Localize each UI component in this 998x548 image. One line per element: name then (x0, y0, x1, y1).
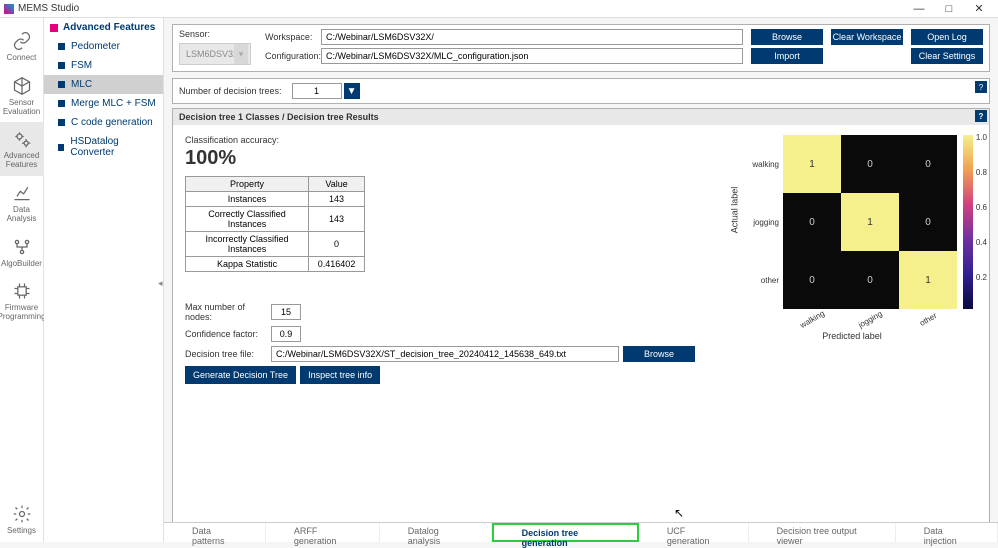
gear-icon (11, 503, 33, 525)
table-row: Instances143 (186, 192, 365, 207)
matrix-cell: 0 (783, 193, 841, 251)
square-bullet-icon (58, 43, 65, 50)
square-bullet-icon (58, 100, 65, 107)
bottom-tabs: Data patterns ARFF generation Datalog an… (164, 522, 998, 542)
tree-count-label: Number of decision trees: (179, 86, 282, 96)
app-title: MEMS Studio (18, 3, 904, 14)
sidebar-item-mlc[interactable]: MLC (44, 75, 163, 94)
gears-icon (11, 128, 33, 150)
sensor-label: Sensor: (179, 29, 257, 39)
tab-decision-tree-generation[interactable]: Decision tree generation (492, 523, 639, 542)
sidebar-item-merge[interactable]: Merge MLC + FSM (44, 94, 163, 113)
help-button[interactable]: ? (975, 81, 987, 93)
tree-count-dropdown[interactable]: ▼ (344, 83, 360, 99)
workspace-label: Workspace: (265, 32, 321, 42)
tab-data-patterns[interactable]: Data patterns (164, 523, 266, 542)
y-category: other (747, 251, 783, 309)
tab-arff-generation[interactable]: ARFF generation (266, 523, 380, 542)
matrix-cell: 1 (841, 193, 899, 251)
square-bullet-icon (50, 24, 58, 32)
generate-tree-button[interactable]: Generate Decision Tree (185, 366, 296, 384)
chevron-down-icon: ▾ (234, 44, 248, 64)
accuracy-label: Classification accuracy: (185, 135, 525, 145)
sidebar-item-hsdatalog[interactable]: HSDatalog Converter (44, 132, 163, 162)
tab-datalog-analysis[interactable]: Datalog analysis (380, 523, 492, 542)
sidebar-item-ccode[interactable]: C code generation (44, 113, 163, 132)
colorbar (963, 135, 973, 309)
nodes-icon (11, 236, 33, 258)
cursor-icon: ↖ (674, 506, 684, 520)
chevron-down-icon: ▼ (347, 86, 357, 97)
chip-icon (11, 280, 33, 302)
table-row: Kappa Statistic0.416402 (186, 257, 365, 272)
y-category: walking (747, 135, 783, 193)
matrix-cell: 0 (899, 193, 957, 251)
square-bullet-icon (58, 81, 65, 88)
tab-data-injection[interactable]: Data injection (896, 523, 998, 542)
th-value: Value (309, 177, 365, 192)
rail-firmware[interactable]: Firmware Programming (0, 274, 44, 328)
help-button[interactable]: ? (975, 110, 987, 122)
matrix-cell: 0 (841, 135, 899, 193)
square-bullet-icon (58, 62, 65, 69)
rail-data-analysis[interactable]: Data Analysis (0, 176, 44, 230)
square-bullet-icon (58, 144, 64, 151)
confidence-label: Confidence factor: (185, 329, 271, 339)
sidebar-item-fsm[interactable]: FSM (44, 56, 163, 75)
clear-workspace-button[interactable]: Clear Workspace (831, 29, 903, 45)
chart-icon (11, 182, 33, 204)
sidebar: Advanced Features Pedometer FSM MLC Merg… (44, 18, 164, 542)
classification-table: PropertyValue Instances143 Correctly Cla… (185, 176, 365, 272)
cube-icon (11, 75, 33, 97)
window-maximize[interactable]: □ (934, 3, 964, 15)
window-close[interactable]: ✕ (964, 2, 994, 15)
open-log-button[interactable]: Open Log (911, 29, 983, 45)
browse-workspace-button[interactable]: Browse (751, 29, 823, 45)
window-minimize[interactable]: — (904, 3, 934, 15)
tree-file-label: Decision tree file: (185, 349, 271, 359)
rail-connect[interactable]: Connect (0, 24, 44, 69)
link-icon (11, 30, 33, 52)
clear-settings-button[interactable]: Clear Settings (911, 48, 983, 64)
rail-advanced-features[interactable]: Advanced Features (0, 122, 44, 176)
content-area: ◂ Sensor: LSM6DSV32X ▾ Workspace: Config… (164, 18, 998, 542)
titlebar: MEMS Studio — □ ✕ (0, 0, 998, 18)
max-nodes-label: Max number of nodes: (185, 302, 271, 322)
results-panel: Decision tree 1 Classes / Decision tree … (172, 108, 990, 542)
table-row: Correctly Classified Instances143 (186, 207, 365, 232)
matrix-cell: 1 (783, 135, 841, 193)
tab-output-viewer[interactable]: Decision tree output viewer (749, 523, 896, 542)
results-header: Decision tree 1 Classes / Decision tree … (173, 109, 989, 125)
sidebar-header: Advanced Features (44, 18, 163, 37)
workspace-input[interactable] (321, 29, 743, 45)
y-axis-label: Actual label (729, 187, 739, 234)
sidebar-item-pedometer[interactable]: Pedometer (44, 37, 163, 56)
max-nodes-input[interactable] (271, 304, 301, 320)
tree-count-panel: Number of decision trees: ▼ ? (172, 78, 990, 104)
tab-ucf-generation[interactable]: UCF generation (639, 523, 749, 542)
confidence-input[interactable] (271, 326, 301, 342)
left-rail: Connect Sensor Evaluation Advanced Featu… (0, 18, 44, 542)
collapse-handle-icon[interactable]: ◂ (158, 278, 163, 289)
square-bullet-icon (58, 119, 65, 126)
rail-algobuilder[interactable]: AlgoBuilder (0, 230, 44, 275)
inspect-tree-button[interactable]: Inspect tree info (300, 366, 380, 384)
import-button[interactable]: Import (751, 48, 823, 64)
rail-sensor-eval[interactable]: Sensor Evaluation (0, 69, 44, 123)
rail-settings[interactable]: Settings (0, 497, 44, 542)
sensor-select[interactable]: LSM6DSV32X ▾ (179, 43, 251, 65)
config-panel: Sensor: LSM6DSV32X ▾ Workspace: Configur… (172, 24, 990, 72)
y-category: jogging (747, 193, 783, 251)
table-row: Incorrectly Classified Instances0 (186, 232, 365, 257)
th-property: Property (186, 177, 309, 192)
accuracy-value: 100% (185, 147, 525, 170)
app-icon (4, 4, 14, 14)
confusion-matrix: Actual label walking 1 0 0 jogging 0 1 0… (545, 135, 977, 384)
tree-count-input[interactable] (292, 83, 342, 99)
configuration-label: Configuration: (265, 51, 321, 61)
matrix-cell: 0 (899, 135, 957, 193)
configuration-input[interactable] (321, 48, 743, 64)
